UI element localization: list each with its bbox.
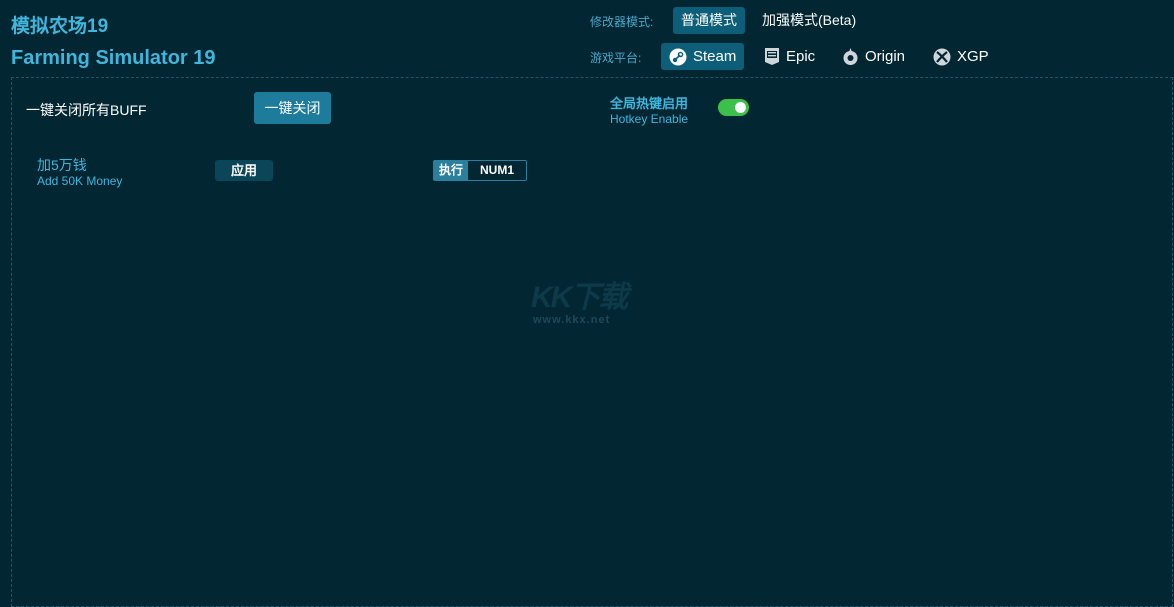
- platform-epic-label: Epic: [786, 48, 816, 65]
- steam-icon: [669, 48, 687, 66]
- platform-origin-button[interactable]: Origin: [842, 43, 905, 70]
- hotkey-enable-label-chinese: 全局热键启用: [610, 96, 689, 111]
- beta-mode-button[interactable]: 加强模式(Beta): [762, 7, 856, 34]
- platform-xgp-button[interactable]: XGP: [933, 43, 989, 70]
- platform-epic-button[interactable]: Epic: [764, 43, 815, 70]
- watermark-url: www.kkx.net: [533, 314, 611, 326]
- cheat-name-english: Add 50K Money: [37, 174, 123, 188]
- hotkey-key[interactable]: NUM1: [468, 161, 526, 180]
- epic-icon: [764, 47, 780, 66]
- app-title-english: Farming Simulator 19: [11, 47, 216, 69]
- platform-steam-button[interactable]: Steam: [661, 43, 745, 70]
- app-title-chinese: 模拟农场19: [11, 16, 109, 37]
- platform-origin-label: Origin: [865, 48, 906, 65]
- platform-steam-label: Steam: [693, 48, 737, 65]
- xbox-icon: [933, 48, 951, 66]
- origin-icon: [842, 47, 859, 66]
- hotkey-enable-label-english: Hotkey Enable: [610, 112, 689, 126]
- watermark-logo: KK下载: [531, 281, 628, 314]
- watermark: KK下载 www.kkx.net: [529, 272, 649, 332]
- platform-xgp-label: XGP: [957, 48, 989, 65]
- cheat-panel: [11, 77, 1173, 607]
- normal-mode-button[interactable]: 普通模式: [673, 7, 745, 34]
- close-all-button[interactable]: 一键关闭: [254, 92, 331, 124]
- hotkey-binding[interactable]: 执行 NUM1: [433, 160, 528, 181]
- execute-tag: 执行: [434, 161, 469, 180]
- mode-label: 修改器模式:: [590, 15, 654, 29]
- hotkey-enable-toggle[interactable]: [718, 99, 749, 116]
- close-all-buff-label: 一键关闭所有BUFF: [26, 102, 147, 118]
- platform-label: 游戏平台:: [590, 51, 642, 65]
- cheat-name-chinese: 加5万钱: [37, 157, 87, 173]
- toggle-knob: [735, 102, 746, 113]
- apply-button[interactable]: 应用: [215, 160, 273, 181]
